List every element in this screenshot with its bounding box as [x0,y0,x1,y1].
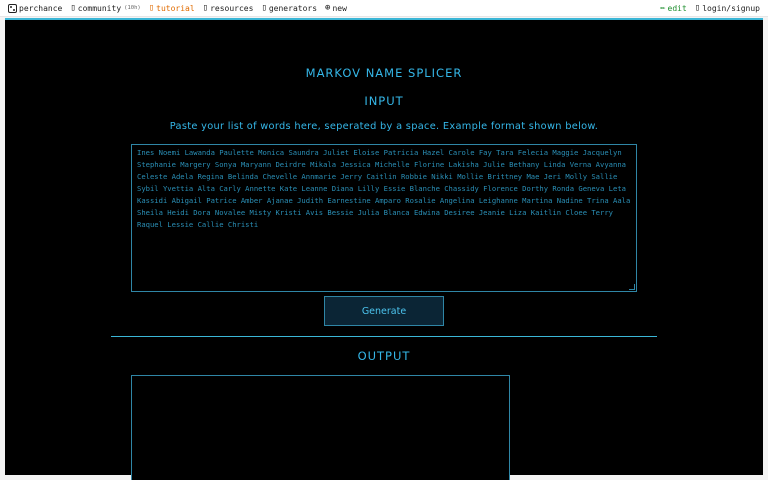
word-list-text: Ines Noemi Lawanda Paulette Monica Saund… [137,148,631,229]
nav-new-link[interactable]: ⊕ new [325,2,347,13]
plus-circle-icon: ⊕ [325,2,331,13]
nav-left: perchance ▯ community (10h) ▯ tutorial ▯… [8,2,347,13]
book-icon: ▯ [202,2,209,13]
input-heading: INPUT [364,94,404,108]
nav-login-link[interactable]: ▯ login/signup [694,2,760,13]
input-instructions: Paste your list of words here, seperated… [169,121,599,132]
nav-brand-link[interactable]: perchance [8,3,63,13]
nav-generators-label: generators [268,3,318,13]
community-count: (10h) [124,5,141,11]
nav-brand-label: perchance [19,3,63,13]
nav-edit-link[interactable]: ✏ edit [660,2,687,13]
nav-right: ✏ edit ▯ login/signup [660,2,760,13]
nav-resources-link[interactable]: ▯ resources [202,2,254,13]
resize-handle[interactable] [629,284,635,290]
section-divider [111,336,657,337]
generator-canvas: MARKOV NAME SPLICER INPUT Paste your lis… [5,20,763,480]
nav-login-label: login/signup [702,3,760,13]
user-icon: ▯ [694,2,701,13]
pencil-icon: ✏ [660,2,666,13]
top-nav: perchance ▯ community (10h) ▯ tutorial ▯… [0,0,768,17]
word-list-input[interactable]: Ines Noemi Lawanda Paulette Monica Saund… [131,144,637,292]
generate-button[interactable]: Generate [324,296,444,326]
dice-icon [8,3,17,13]
nav-community-label: community [77,3,122,13]
nav-edit-label: edit [667,3,687,13]
nav-tutorial-link[interactable]: ▯ tutorial [148,2,195,13]
nav-new-label: new [332,3,347,13]
book-icon: ▯ [261,2,267,13]
nav-tutorial-label: tutorial [156,3,195,13]
output-heading: OUTPUT [357,349,411,363]
nav-community-link[interactable]: ▯ community (10h) [70,2,141,13]
chat-icon: ▯ [70,2,76,13]
nav-resources-label: resources [210,3,254,13]
output-box[interactable] [131,375,510,480]
page-title: MARKOV NAME SPLICER [305,66,463,80]
nav-generators-link[interactable]: ▯ generators [261,2,318,13]
book-icon: ▯ [148,2,155,13]
